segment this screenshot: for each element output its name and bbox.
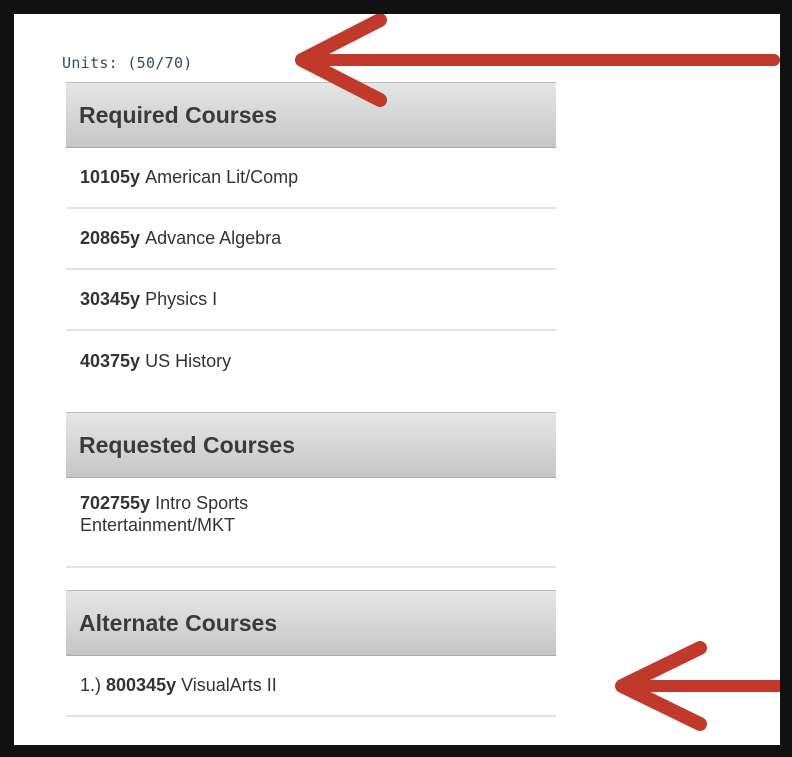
course-code: 40375y [80, 351, 141, 371]
course-code: 702755y [80, 493, 151, 513]
course-code: 20865y [80, 228, 141, 248]
section-header-requested: Requested Courses [66, 412, 556, 478]
annotation-arrow-units-icon [295, 14, 780, 107]
course-name: VisualArts II [181, 675, 277, 695]
course-code: 10105y [80, 167, 141, 187]
course-name-continued: Entertainment/MKT [80, 515, 236, 535]
course-row[interactable]: 702755y Intro Sports Entertainment/MKT [66, 478, 556, 568]
section-header-alternate: Alternate Courses [66, 590, 556, 656]
course-row[interactable]: 40375y US History [66, 331, 556, 392]
course-name: Advance Algebra [145, 228, 282, 248]
course-name: US History [145, 351, 232, 371]
course-row[interactable]: 10105y American Lit/Comp [66, 148, 556, 209]
course-row[interactable]: 30345y Physics I [66, 270, 556, 331]
annotation-arrow-alternate-icon [615, 641, 780, 731]
course-request-panel: Units: (50/70) Required Courses 10105y A… [14, 14, 780, 745]
units-counter: Units: (50/70) [62, 54, 193, 72]
requested-courses-section: Requested Courses 702755y Intro Sports En… [66, 412, 556, 568]
course-name: Physics I [145, 289, 218, 309]
alternate-courses-section: Alternate Courses 1.) 800345y VisualArts… [66, 590, 556, 717]
course-row[interactable]: 1.) 800345y VisualArts II [66, 656, 556, 717]
course-name: American Lit/Comp [145, 167, 299, 187]
course-code: 30345y [80, 289, 141, 309]
course-code: 800345y [106, 675, 177, 695]
course-row[interactable]: 20865y Advance Algebra [66, 209, 556, 270]
course-rank: 1.) [80, 675, 102, 695]
course-name: Intro Sports [155, 493, 249, 513]
